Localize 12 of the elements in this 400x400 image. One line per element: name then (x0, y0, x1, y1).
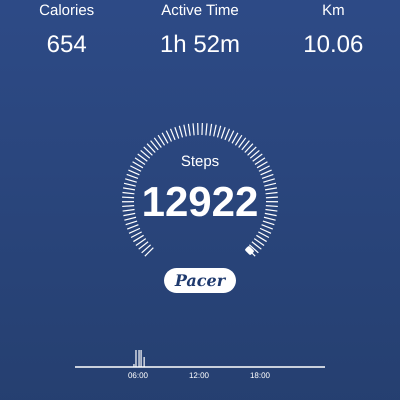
steps-count: 12922 (142, 178, 258, 226)
stat-label: Km (322, 1, 345, 21)
stat-label: Calories (39, 1, 94, 21)
brand-button[interactable]: Pacer (164, 268, 236, 293)
time-axis-label: 18:00 (250, 370, 270, 382)
time-axis-label: 12:00 (188, 370, 210, 382)
stat-value: 10.06 (303, 30, 364, 60)
stat-value: 1h 52m (160, 30, 240, 60)
steps-label: Steps (180, 152, 220, 172)
stat-value: 654 (46, 30, 87, 60)
stat-label: Active Time (161, 1, 239, 21)
time-axis-label: 06:00 (128, 370, 148, 382)
